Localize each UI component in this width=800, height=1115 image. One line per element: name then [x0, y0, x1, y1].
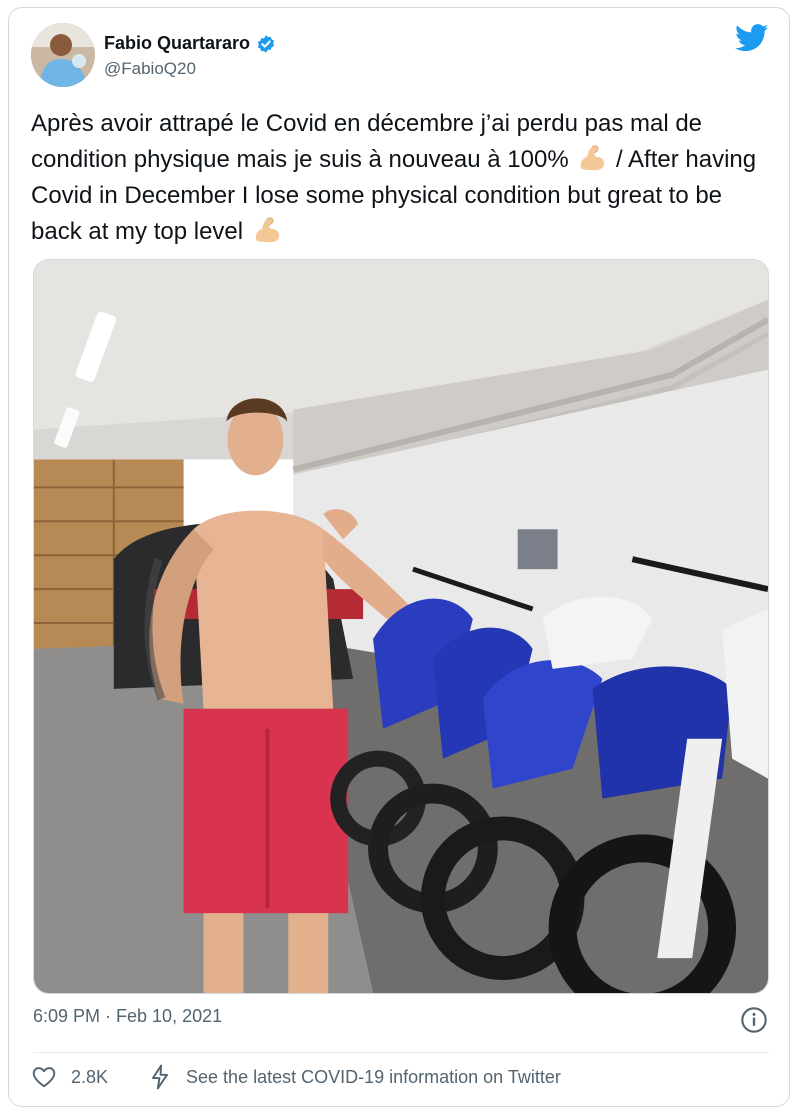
tweet-photo[interactable] — [33, 259, 769, 994]
avatar[interactable] — [31, 23, 95, 87]
like-count[interactable]: 2.8K — [71, 1067, 108, 1088]
divider — [33, 1052, 769, 1053]
bolt-icon — [152, 1064, 169, 1090]
covid-info-link[interactable]: See the latest COVID-19 information on T… — [186, 1067, 561, 1088]
twitter-bird-icon[interactable] — [735, 24, 769, 52]
tweet-text: Après avoir attrapé le Covid en décembre… — [31, 106, 771, 250]
tweet-separator: / — [616, 146, 623, 173]
flexed-biceps-emoji — [255, 217, 279, 243]
verified-badge-icon — [257, 34, 275, 53]
heart-icon[interactable] — [31, 1064, 57, 1090]
flexed-biceps-emoji — [581, 145, 605, 171]
tweet-card: Fabio Quartararo @FabioQ20 Après avoir a… — [8, 7, 790, 1107]
author-name-row[interactable]: Fabio Quartararo — [104, 33, 276, 54]
tweet-actions: 2.8K See the latest COVID-19 information… — [31, 1064, 561, 1090]
author-name[interactable]: Fabio Quartararo — [104, 33, 250, 54]
author-handle[interactable]: @FabioQ20 — [104, 59, 196, 79]
tweet-timestamp[interactable]: 6:09 PM · Feb 10, 2021 — [33, 1006, 222, 1027]
info-icon[interactable] — [740, 1006, 768, 1034]
